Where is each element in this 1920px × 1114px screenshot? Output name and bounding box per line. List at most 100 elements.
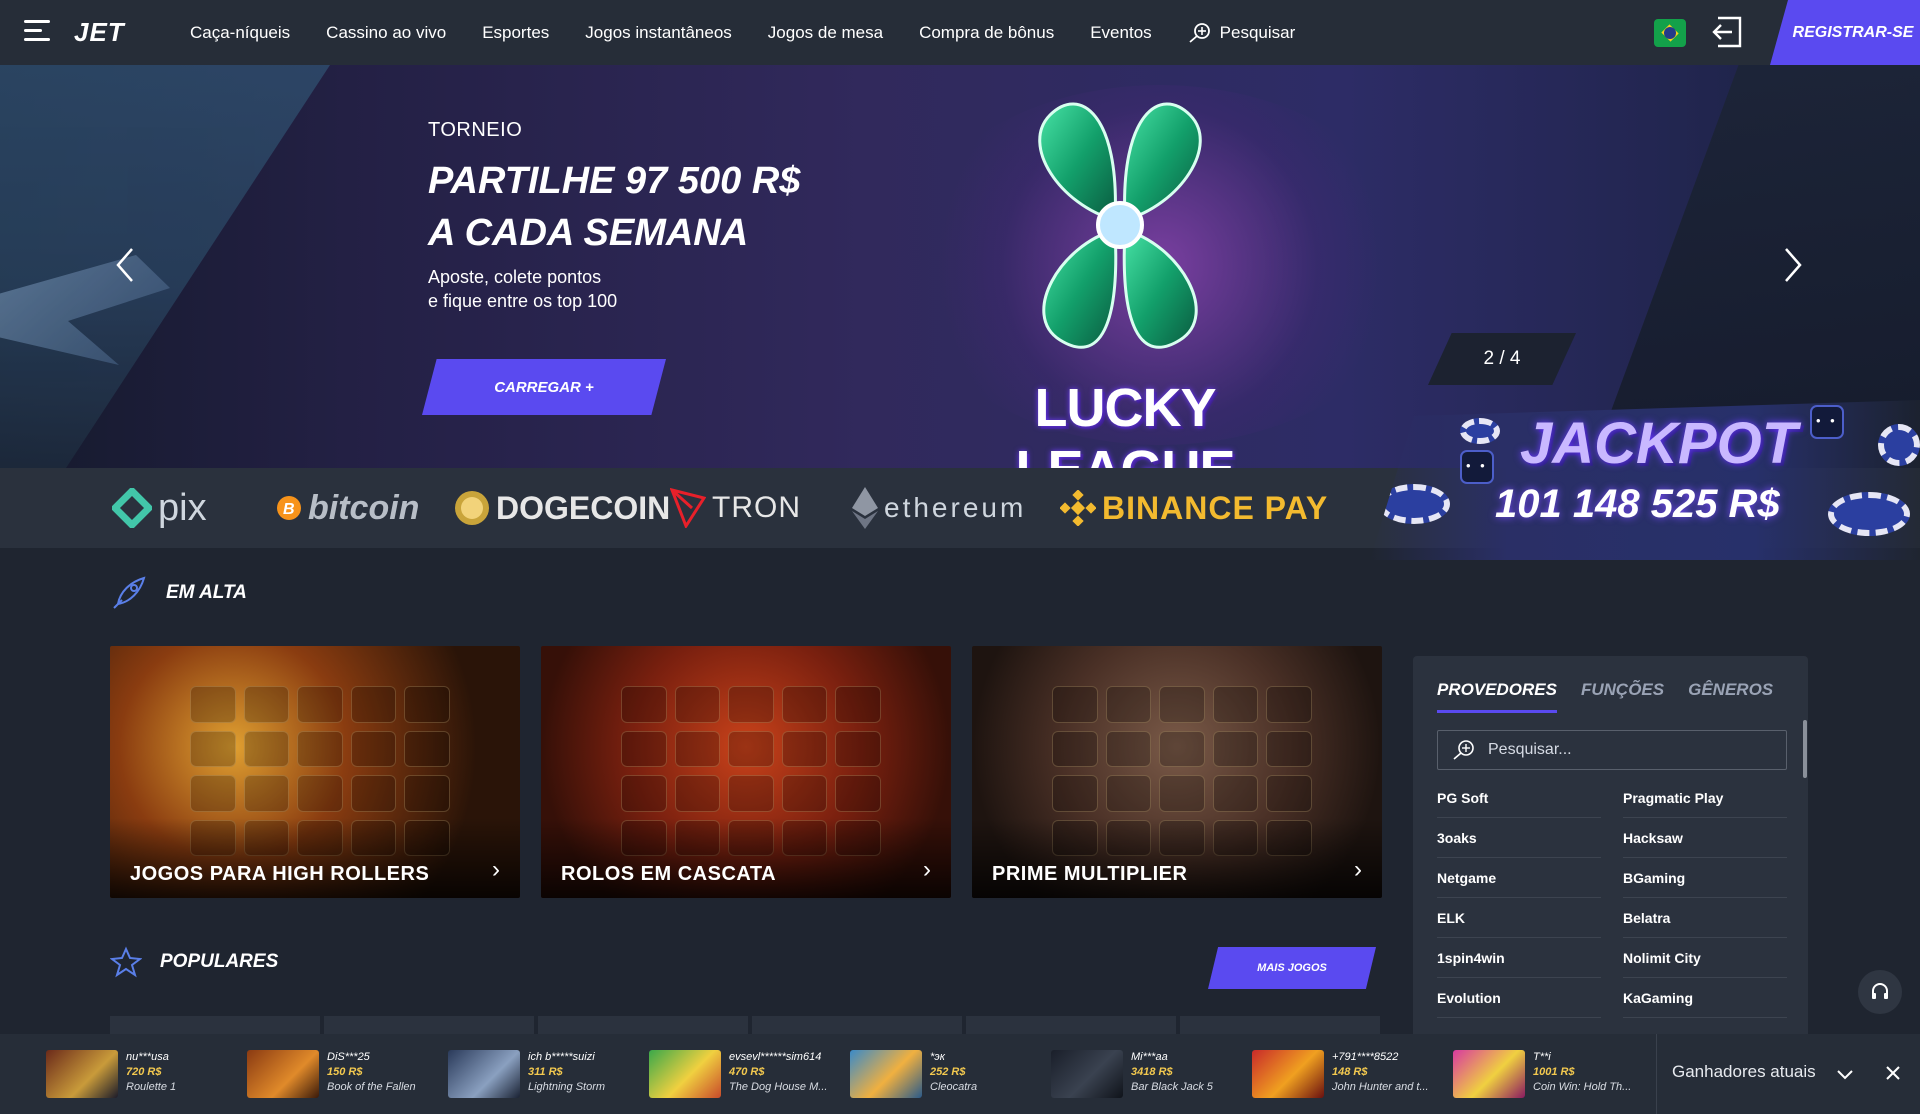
casino-chip-icon [1828,492,1910,536]
provider-item[interactable]: BGaming [1623,858,1787,898]
close-icon[interactable] [1882,1062,1904,1084]
provider-item[interactable]: 3oaks [1437,818,1601,858]
register-button[interactable]: REGISTRAR-SE [1770,0,1920,65]
game-category-card[interactable]: PRIME MULTIPLIER › [972,646,1382,898]
game-thumbnail [850,1050,922,1098]
provider-list-scrollbar[interactable] [1803,720,1807,778]
game-filter-panel: PROVEDORES FUNÇÕES GÊNEROS PG Soft Pragm… [1413,656,1808,1056]
game-thumbnail [649,1050,721,1098]
popular-title: POPULARES [160,951,279,972]
popular-game-card[interactable] [752,1016,962,1034]
ethereum-label: ethereum [884,492,1027,523]
game-category-card[interactable]: ROLOS EM CASCATA › [541,646,951,898]
winner-item[interactable]: nu***usa 720 R$ Roulette 1 [46,1050,236,1100]
provider-item[interactable]: PG Soft [1437,778,1601,818]
tab-features[interactable]: FUNÇÕES [1581,680,1664,713]
winner-game: Coin Win: Hold Th... [1533,1081,1632,1093]
popular-game-card[interactable] [966,1016,1176,1034]
hero-title-line: PARTILHE 97 500 R$ [428,160,801,202]
trending-header: EM ALTA [110,574,247,612]
provider-item[interactable]: Pragmatic Play [1623,778,1787,818]
bitcoin-icon: B [277,496,301,520]
provider-item[interactable]: Netgame [1437,858,1601,898]
login-icon[interactable] [1712,15,1744,49]
winner-amount: 148 R$ [1332,1066,1368,1078]
hero-title-line: A CADA SEMANA [428,212,749,254]
winner-amount: 3418 R$ [1131,1066,1173,1078]
binance-pay-logo: BINANCE PAY [1060,488,1328,528]
nav-sports[interactable]: Esportes [482,23,549,43]
chevron-right-icon: › [1354,856,1362,883]
chevron-right-icon[interactable] [1780,245,1806,285]
nav-table-games[interactable]: Jogos de mesa [768,23,883,43]
jackpot-title: JACKPOT [1520,411,1798,476]
provider-item[interactable]: Belatra [1623,898,1787,938]
game-thumbnail [448,1050,520,1098]
winner-user: +791****8522 [1332,1051,1399,1063]
winner-game: Cleocatra [930,1081,978,1093]
chevron-left-icon[interactable] [112,245,138,285]
popular-game-card[interactable] [1180,1016,1380,1034]
game-category-card[interactable]: JOGOS PARA HIGH ROLLERS › [110,646,520,898]
provider-item[interactable]: ELK [1437,898,1601,938]
ethereum-icon [852,487,878,529]
winner-user: *эк [930,1051,945,1063]
deposit-button[interactable]: CARREGAR + [422,359,666,415]
game-category-title: ROLOS EM CASCATA [561,863,777,885]
nav-slots[interactable]: Caça-níqueis [190,23,290,43]
winner-item[interactable]: ich b*****suizi 311 R$ Lightning Storm [448,1050,638,1100]
provider-item[interactable]: Nolimit City [1623,938,1787,978]
previous-slide-preview [0,65,330,468]
current-winners-bar: nu***usa 720 R$ Roulette 1 DiS***25 150 … [0,1034,1920,1114]
tron-icon [670,488,706,528]
winner-amount: 1001 R$ [1533,1066,1575,1078]
game-thumbnail [46,1050,118,1098]
tab-providers[interactable]: PROVEDORES [1437,680,1557,713]
main-nav: Caça-níqueis Cassino ao vivo Esportes Jo… [190,0,1331,65]
popular-game-card[interactable] [110,1016,320,1034]
hero-subtitle-line: e fique entre os top 100 [428,291,618,311]
hero-banner[interactable]: TORNEIO PARTILHE 97 500 R$ A CADA SEMANA… [0,65,1920,468]
site-logo[interactable]: JET [74,17,125,48]
hero-title: PARTILHE 97 500 R$ A CADA SEMANA [428,155,848,259]
dice-icon [1460,450,1494,484]
jackpot-widget[interactable]: JACKPOT 101 148 525 R$ [1370,400,1920,560]
nav-instant-games[interactable]: Jogos instantâneos [585,23,732,43]
provider-search-box[interactable] [1437,730,1787,770]
winner-item[interactable]: Mi***aa 3418 R$ Bar Black Jack 5 [1051,1050,1241,1100]
menu-icon[interactable] [24,20,54,46]
nav-events[interactable]: Eventos [1090,23,1151,43]
nav-search[interactable]: Pesquisar [1188,22,1295,44]
game-thumbnail [1252,1050,1324,1098]
lucky-league-logo: LUCKY LEAGUE [1015,378,1235,468]
winner-item[interactable]: DiS***25 150 R$ Book of the Fallen [247,1050,437,1100]
winner-item[interactable]: evsevl******sim614 470 R$ The Dog House … [649,1050,839,1100]
winner-item[interactable]: *эк 252 R$ Cleocatra [850,1050,1040,1100]
provider-search-input[interactable] [1486,740,1776,760]
winner-item[interactable]: +791****8522 148 R$ John Hunter and t... [1252,1050,1442,1100]
search-icon [1453,740,1474,760]
chevron-down-icon[interactable] [1834,1064,1856,1084]
brazil-flag-icon[interactable] [1654,19,1686,47]
tab-genres[interactable]: GÊNEROS [1688,680,1773,713]
hero-subtitle: Aposte, colete pontos e fique entre os t… [428,265,728,313]
winner-game: Roulette 1 [126,1081,177,1093]
winner-item[interactable]: T**i 1001 R$ Coin Win: Hold Th... [1453,1050,1643,1100]
winner-amount: 150 R$ [327,1066,363,1078]
search-icon [1189,22,1210,43]
rocket-icon [113,576,146,609]
popular-game-card[interactable] [538,1016,748,1034]
winner-user: evsevl******sim614 [729,1051,822,1063]
support-chat-button[interactable] [1858,970,1902,1014]
provider-item[interactable]: Hacksaw [1623,818,1787,858]
nav-bonus-buy[interactable]: Compra de bônus [919,23,1054,43]
more-games-button[interactable]: MAIS JOGOS [1208,947,1376,989]
binance-icon [1060,490,1096,526]
provider-item[interactable]: KaGaming [1623,978,1787,1018]
nav-live-casino[interactable]: Cassino ao vivo [326,23,446,43]
chevron-right-icon: › [923,856,931,883]
provider-item[interactable]: 1spin4win [1437,938,1601,978]
hero-subtitle-line: Aposte, colete pontos [428,267,602,287]
provider-item[interactable]: Evolution [1437,978,1601,1018]
popular-game-card[interactable] [324,1016,534,1034]
